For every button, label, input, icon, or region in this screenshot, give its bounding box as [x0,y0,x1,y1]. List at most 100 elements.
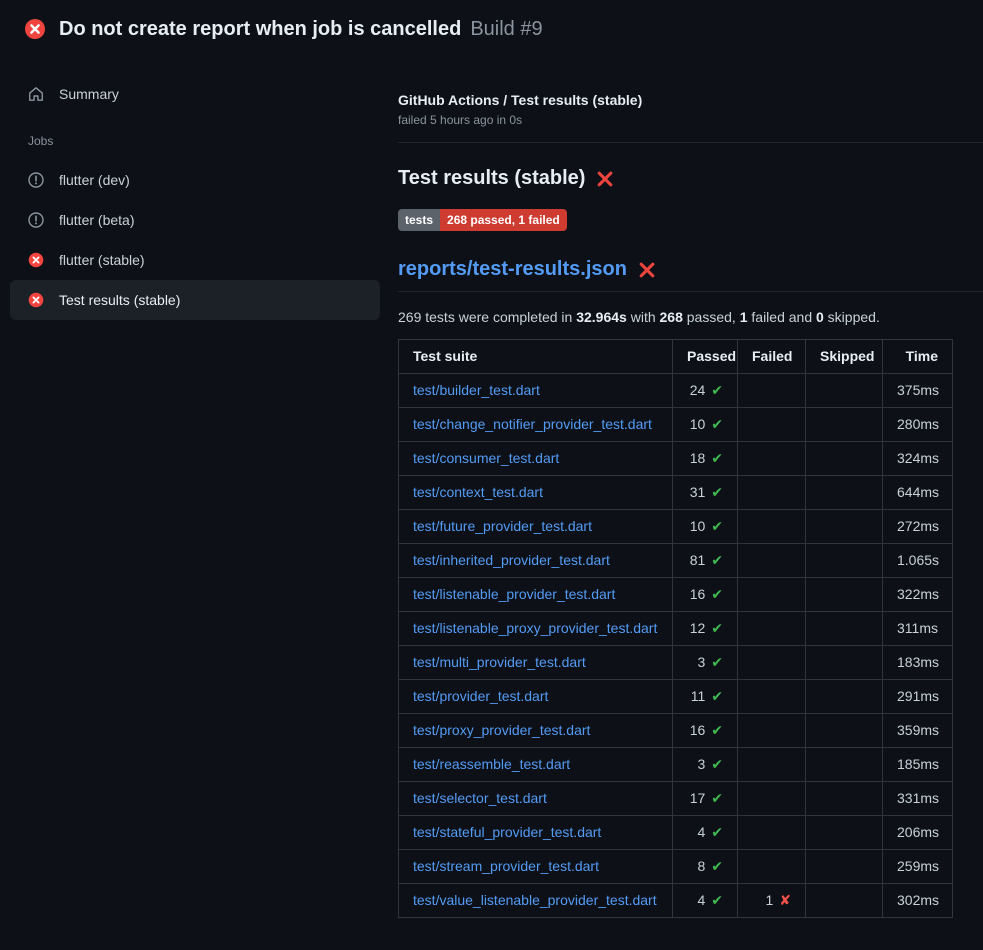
test-suite-link[interactable]: test/stream_provider_test.dart [413,858,599,874]
summary-failed-count: 1 [740,309,748,325]
failure-status-icon [24,18,46,40]
check-icon: ✔ [711,382,723,398]
sidebar-item-job-flutter-stable[interactable]: flutter (stable) [10,240,380,280]
test-suite-link[interactable]: test/listenable_provider_test.dart [413,586,615,602]
table-row: test/consumer_test.dart 18✔ ✘ 324ms [399,442,953,476]
test-suite-link[interactable]: test/builder_test.dart [413,382,540,398]
failed-cell: ✘ [738,510,806,544]
table-row: test/selector_test.dart 17✔ ✘ 331ms [399,782,953,816]
table-body: test/builder_test.dart 24✔ ✘ 375ms test/… [399,374,953,918]
failure-status-icon [28,252,44,268]
test-suite-link[interactable]: test/future_provider_test.dart [413,518,592,534]
jobs-section-label: Jobs [10,112,380,160]
column-header-failed: Failed [738,340,806,374]
time-cell: 311ms [883,612,953,646]
skipped-cell [806,748,883,782]
check-icon: ✔ [711,722,723,738]
column-header-passed: Passed [673,340,738,374]
test-suite-link[interactable]: test/change_notifier_provider_test.dart [413,416,652,432]
table-row: test/future_provider_test.dart 10✔ ✘ 272… [399,510,953,544]
skipped-cell [806,884,883,918]
column-header-skipped: Skipped [806,340,883,374]
sidebar-item-job-test-results-stable[interactable]: Test results (stable) [10,280,380,320]
test-suite-link[interactable]: test/reassemble_test.dart [413,756,570,772]
passed-cell: 4✔ [673,816,738,850]
sidebar-item-label: flutter (stable) [59,252,145,268]
test-suite-link[interactable]: test/provider_test.dart [413,688,548,704]
test-suite-link[interactable]: test/listenable_proxy_provider_test.dart [413,620,657,636]
failed-cell: ✘ [738,850,806,884]
check-run-header: Do not create report when job is cancell… [0,0,983,56]
sidebar-item-label: flutter (dev) [59,172,130,188]
time-cell: 644ms [883,476,953,510]
report-file-link[interactable]: reports/test-results.json [398,258,627,281]
failed-cell: ✘ [738,374,806,408]
check-icon: ✔ [711,586,723,602]
failure-x-icon [638,261,656,279]
passed-cell: 81✔ [673,544,738,578]
sidebar-item-job-flutter-dev[interactable]: flutter (dev) [10,160,380,200]
tests-badge: tests 268 passed, 1 failed [398,209,567,231]
table-row: test/inherited_provider_test.dart 81✔ ✘ … [399,544,953,578]
check-icon: ✔ [711,552,723,568]
passed-cell: 17✔ [673,782,738,816]
skipped-cell [806,612,883,646]
check-icon: ✔ [711,450,723,466]
breadcrumb: GitHub Actions / Test results (stable) [398,92,983,108]
passed-cell: 24✔ [673,374,738,408]
skipped-cell [806,544,883,578]
sidebar: Summary Jobs flutter (dev) flutter (beta… [0,56,390,320]
passed-cell: 16✔ [673,578,738,612]
skipped-cell [806,408,883,442]
section-title-text: Test results (stable) [398,167,585,190]
passed-cell: 18✔ [673,442,738,476]
passed-cell: 8✔ [673,850,738,884]
page-title: Do not create report when job is cancell… [59,18,461,40]
test-suite-link[interactable]: test/value_listenable_provider_test.dart [413,892,657,908]
test-suite-link[interactable]: test/stateful_provider_test.dart [413,824,601,840]
failed-cell: ✘ [738,680,806,714]
failure-status-icon [28,292,44,308]
sidebar-item-summary[interactable]: Summary [10,76,380,112]
test-suite-link[interactable]: test/proxy_provider_test.dart [413,722,590,738]
test-suite-link[interactable]: test/consumer_test.dart [413,450,559,466]
summary-duration: 32.964s [576,309,627,325]
sidebar-item-label: flutter (beta) [59,212,134,228]
test-suite-link[interactable]: test/multi_provider_test.dart [413,654,586,670]
passed-cell: 16✔ [673,714,738,748]
table-row: test/stream_provider_test.dart 8✔ ✘ 259m… [399,850,953,884]
passed-cell: 31✔ [673,476,738,510]
failed-cell: ✘ [738,816,806,850]
check-icon: ✔ [711,620,723,636]
column-header-time: Time [883,340,953,374]
check-icon: ✔ [711,688,723,704]
table-row: test/builder_test.dart 24✔ ✘ 375ms [399,374,953,408]
time-cell: 359ms [883,714,953,748]
time-cell: 324ms [883,442,953,476]
check-icon: ✔ [711,824,723,840]
passed-cell: 11✔ [673,680,738,714]
failed-cell: 1✘ [738,884,806,918]
time-cell: 331ms [883,782,953,816]
summary-text: 269 tests were completed in [398,309,576,325]
check-icon: ✔ [711,518,723,534]
sidebar-item-label: Summary [59,86,119,102]
divider [398,142,983,143]
test-suite-link[interactable]: test/selector_test.dart [413,790,547,806]
check-icon: ✔ [711,416,723,432]
test-suite-link[interactable]: test/context_test.dart [413,484,543,500]
failed-cell: ✘ [738,408,806,442]
table-row: test/listenable_provider_test.dart 16✔ ✘… [399,578,953,612]
build-number: Build #9 [470,18,542,40]
test-suite-link[interactable]: test/inherited_provider_test.dart [413,552,610,568]
skipped-cell [806,374,883,408]
sidebar-item-job-flutter-beta[interactable]: flutter (beta) [10,200,380,240]
badge-label: tests [398,209,440,231]
main-content: GitHub Actions / Test results (stable) f… [390,56,983,918]
check-icon: ✔ [711,892,723,908]
time-cell: 375ms [883,374,953,408]
table-row: test/change_notifier_provider_test.dart … [399,408,953,442]
table-row: test/context_test.dart 31✔ ✘ 644ms [399,476,953,510]
summary-passed-count: 268 [660,309,683,325]
passed-cell: 12✔ [673,612,738,646]
